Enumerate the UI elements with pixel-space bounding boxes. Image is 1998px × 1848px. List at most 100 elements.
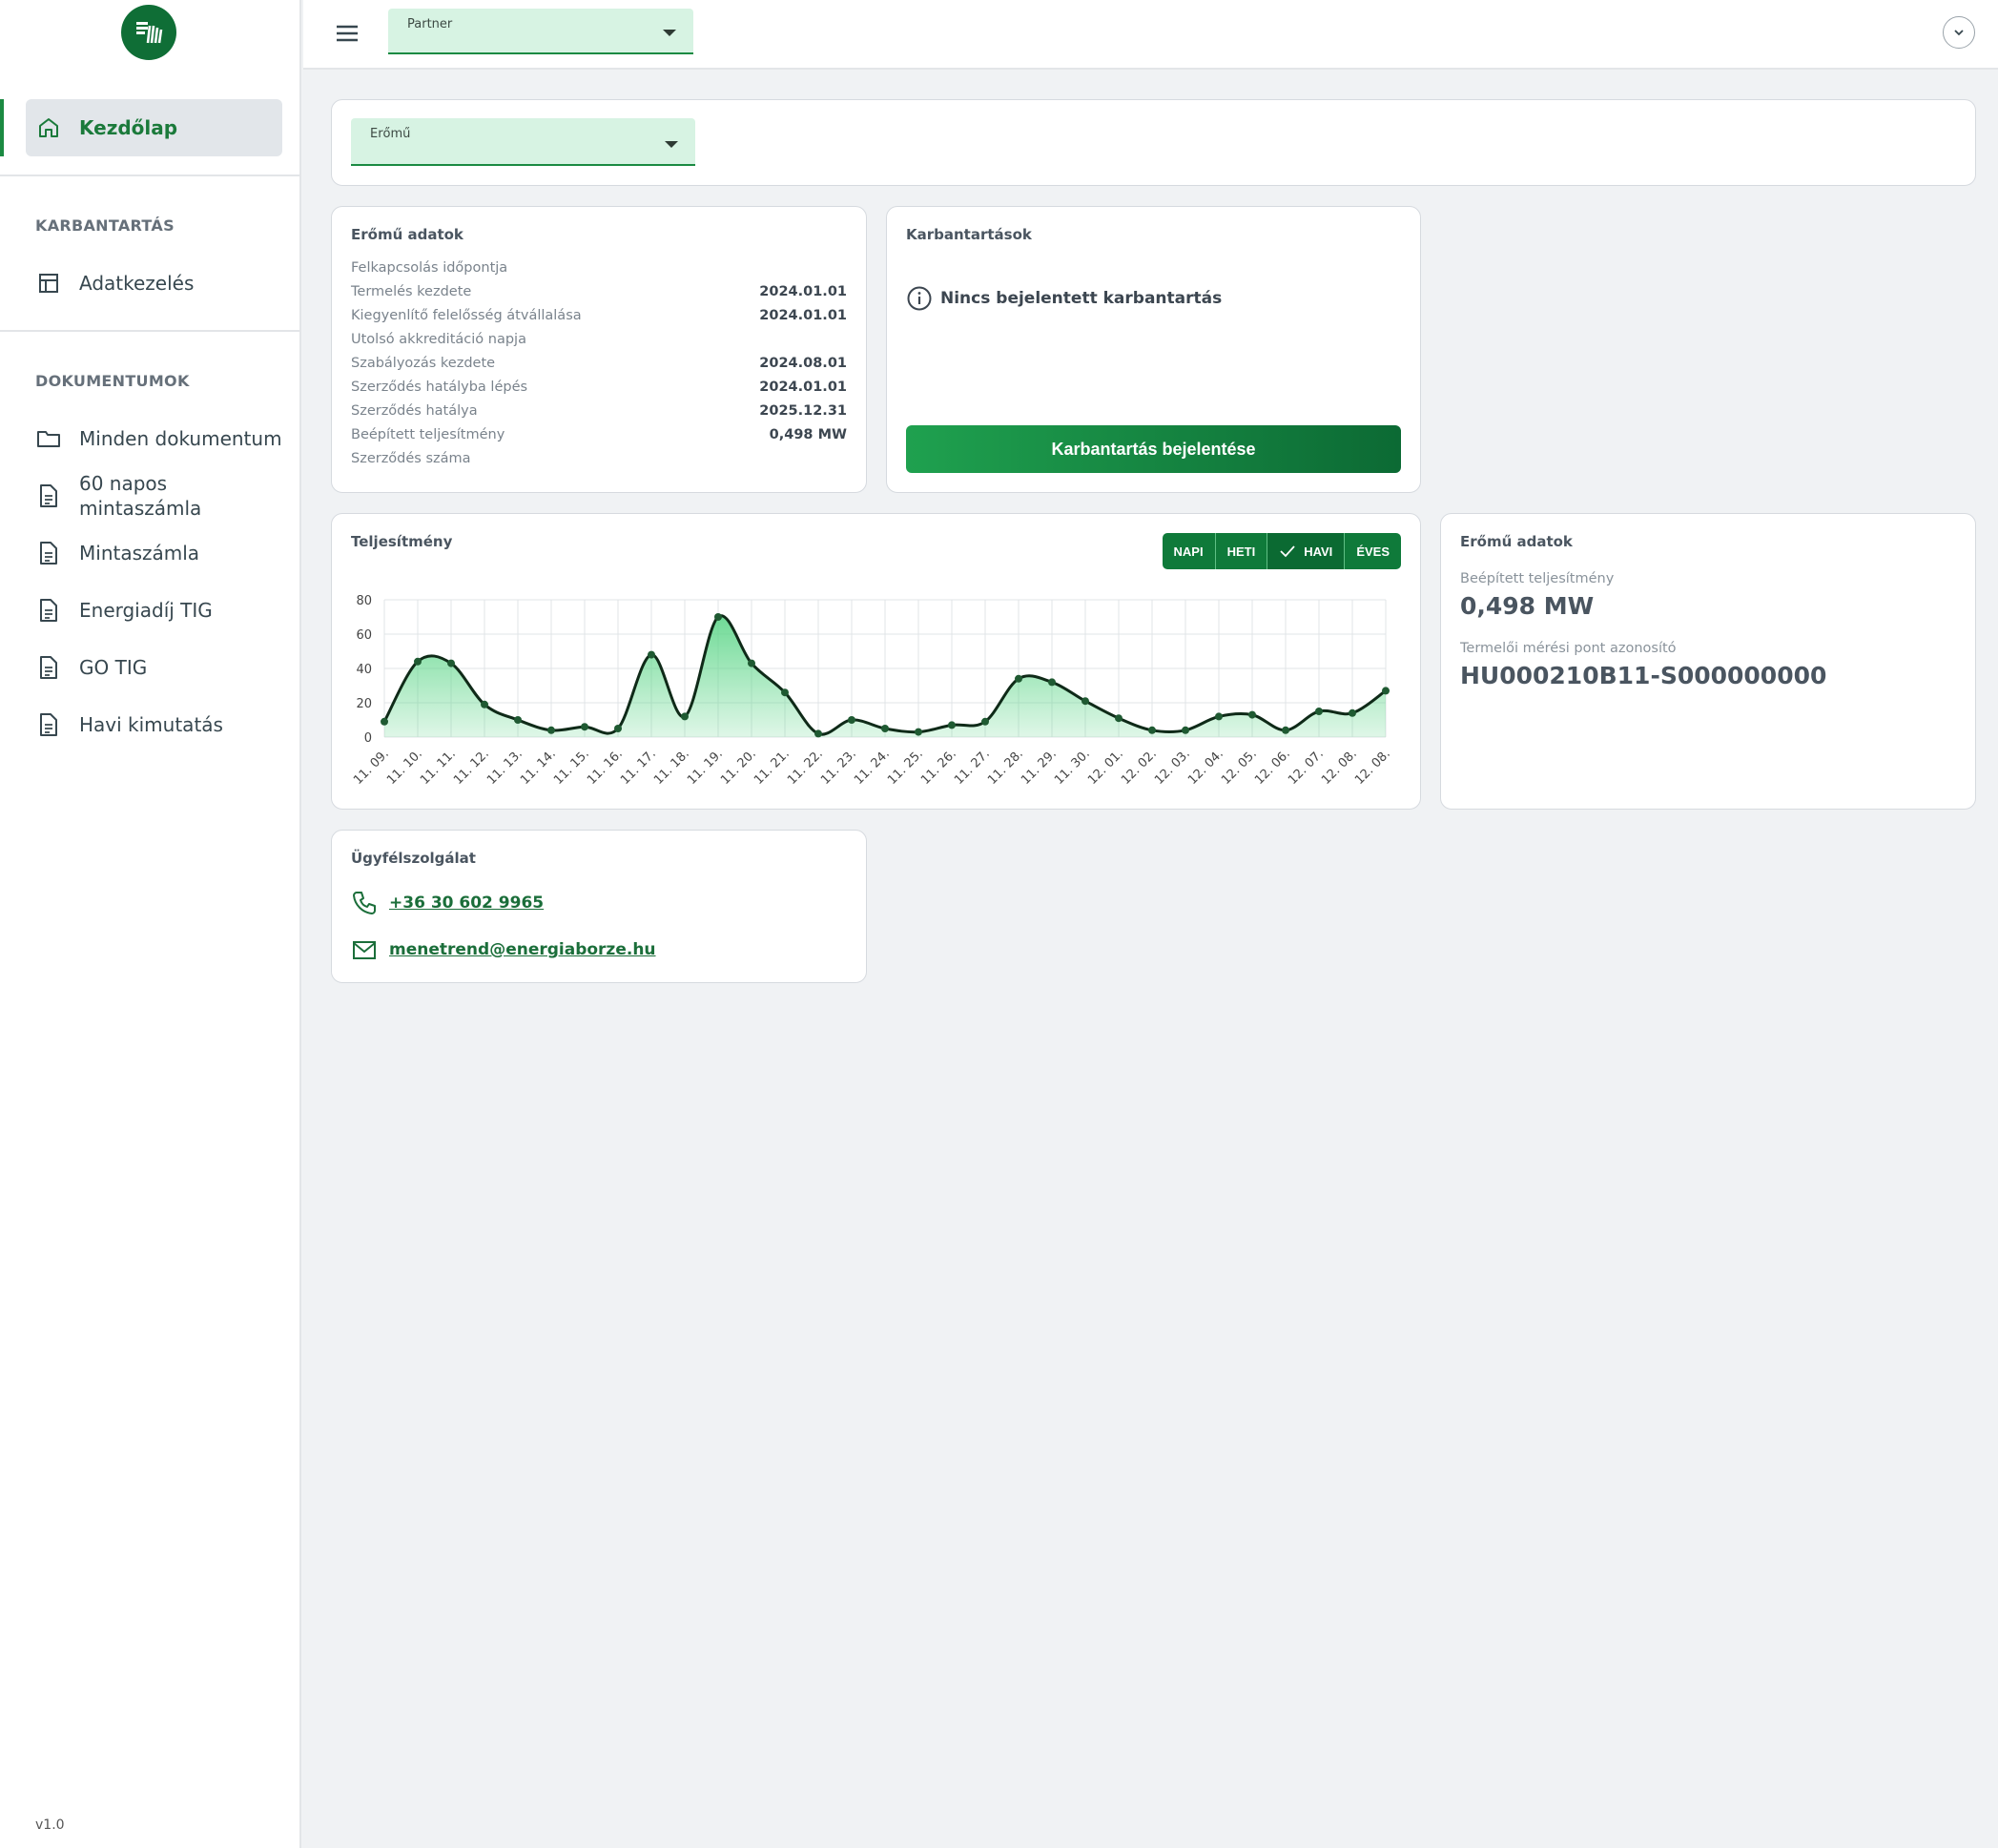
card-title: Teljesítmény — [351, 533, 453, 550]
document-icon — [35, 540, 62, 566]
app-logo[interactable] — [121, 5, 176, 60]
sidebar: Kezdőlap KARBANTARTÁS Adatkezelés DOKUME… — [0, 0, 301, 1848]
menu-icon[interactable] — [334, 21, 360, 46]
toggle-label: ÉVES — [1356, 544, 1390, 559]
section-title-karbantartas: KARBANTARTÁS — [35, 216, 175, 235]
data-point — [1349, 708, 1356, 717]
email-link[interactable]: menetrend@energiaborze.hu — [389, 940, 656, 959]
data-point — [714, 613, 722, 621]
period-toggle-group: NAPI HETI HAVI ÉVES — [1162, 533, 1401, 569]
data-point — [881, 725, 889, 732]
x-tick-label: 12. 08. — [1319, 747, 1360, 788]
data-point — [1081, 697, 1089, 706]
data-point — [1282, 726, 1289, 734]
x-tick-label: 11. 09. — [351, 747, 392, 788]
sidebar-item-label: GO TIG — [79, 656, 148, 679]
sidebar-item-label: Mintaszámla — [79, 542, 200, 565]
row-value: 2024.01.01 — [759, 308, 847, 323]
x-tick-label: 12. 07. — [1286, 747, 1327, 788]
eromu-select[interactable]: Erőmű — [351, 118, 695, 166]
meter-id-value: HU000210B11-S000000000 — [1460, 662, 1827, 689]
sidebar-item-home[interactable]: Kezdőlap — [26, 99, 282, 156]
y-tick-label: 60 — [356, 628, 372, 643]
folder-icon — [35, 425, 62, 452]
x-tick-label: 11. 10. — [384, 747, 425, 788]
support-card: Ügyfélszolgálat +36 30 602 9965 menetren… — [331, 830, 867, 983]
sidebar-divider — [0, 330, 301, 332]
active-indicator — [0, 99, 4, 156]
sidebar-item-mintaszamla[interactable]: Mintaszámla — [26, 524, 282, 582]
data-point — [781, 688, 789, 697]
toggle-havi[interactable]: HAVI — [1267, 533, 1346, 569]
row-key: Beépített teljesítmény — [351, 427, 505, 442]
phone-link[interactable]: +36 30 602 9965 — [389, 893, 544, 913]
sidebar-item-minden-dokumentum[interactable]: Minden dokumentum — [26, 410, 282, 467]
empty-maintenance-text: Nincs bejelentett karbantartás — [940, 289, 1223, 308]
info-icon — [906, 285, 933, 312]
row-key: Szerződés hatályba lépés — [351, 380, 528, 395]
data-point — [581, 723, 588, 731]
user-menu-button[interactable] — [1943, 16, 1975, 49]
section-title-dokumentumok: DOKUMENTUMOK — [35, 372, 190, 390]
filter-card: Erőmű — [331, 99, 1976, 186]
x-tick-label: 12. 04. — [1185, 747, 1226, 788]
data-point — [848, 716, 855, 724]
sidebar-item-go-tig[interactable]: GO TIG — [26, 639, 282, 696]
sidebar-item-havi-kimutatas[interactable]: Havi kimutatás — [26, 696, 282, 753]
card-title: Erőmű adatok — [351, 226, 463, 243]
app-version: v1.0 — [35, 1817, 65, 1833]
data-point — [1148, 726, 1156, 734]
x-tick-label: 11. 25. — [885, 747, 926, 788]
x-tick-label: 12. 03. — [1152, 747, 1193, 788]
sidebar-item-label: Havi kimutatás — [79, 713, 223, 736]
data-point — [648, 650, 655, 659]
chevron-down-icon — [1954, 30, 1964, 36]
data-point — [748, 659, 755, 667]
empty-maintenance-message: Nincs bejelentett karbantartás — [906, 285, 1222, 312]
toggle-napi[interactable]: NAPI — [1162, 533, 1216, 569]
row-key: Termelés kezdete — [351, 284, 472, 299]
data-point — [481, 700, 488, 708]
x-tick-label: 11. 30. — [1052, 747, 1093, 788]
report-maintenance-button[interactable]: Karbantartás bejelentése — [906, 425, 1401, 473]
document-icon — [35, 597, 62, 624]
row-key: Szerződés száma — [351, 451, 471, 466]
x-tick-label: 11. 21. — [752, 747, 793, 788]
sidebar-item-label: Minden dokumentum — [79, 427, 282, 450]
performance-chart: 02040608011. 09.11. 10.11. 11.11. 12.11.… — [351, 594, 1393, 788]
sidebar-item-energiadij-tig[interactable]: Energiadíj TIG — [26, 582, 282, 639]
x-tick-label: 11. 20. — [718, 747, 759, 788]
toggle-label: HETI — [1226, 544, 1256, 559]
data-point — [1315, 708, 1323, 715]
card-title: Ügyfélszolgálat — [351, 850, 476, 867]
toggle-label: HAVI — [1304, 544, 1333, 559]
data-point — [1248, 710, 1256, 719]
y-tick-label: 0 — [364, 731, 372, 746]
sidebar-item-adatkezeles[interactable]: Adatkezelés — [26, 255, 282, 312]
toggle-heti[interactable]: HETI — [1215, 533, 1268, 569]
chevron-down-icon — [663, 30, 676, 36]
phone-contact: +36 30 602 9965 — [351, 890, 544, 916]
plant-data-row: Szabályozás kezdete 2024.08.01 — [351, 356, 847, 377]
toggle-eves[interactable]: ÉVES — [1345, 533, 1401, 569]
row-key: Szabályozás kezdete — [351, 356, 496, 371]
x-tick-label: 12. 08. — [1352, 747, 1393, 788]
plant-summary-card: Erőmű adatok Beépített teljesítmény 0,49… — [1440, 513, 1976, 810]
row-value: 2024.01.01 — [759, 284, 847, 299]
data-point — [1382, 687, 1390, 695]
meter-id-label: Termelői mérési pont azonosító — [1460, 641, 1677, 656]
table-icon — [35, 270, 62, 297]
capacity-value: 0,498 MW — [1460, 592, 1595, 620]
partner-select[interactable]: Partner — [388, 9, 693, 54]
x-tick-label: 11. 24. — [852, 747, 893, 788]
sidebar-item-label: Energiadíj TIG — [79, 599, 213, 622]
data-point — [1115, 714, 1123, 723]
row-key: Felkapcsolás időpontja — [351, 260, 508, 276]
x-tick-label: 11. 26. — [918, 747, 959, 788]
plant-data-row: Beépített teljesítmény 0,498 MW — [351, 427, 847, 448]
sidebar-item-60-napos-mintaszamla[interactable]: 60 napos mintaszámla — [26, 467, 282, 524]
sidebar-item-label: 60 napos mintaszámla — [79, 472, 202, 520]
mail-icon — [351, 936, 378, 963]
row-value: 2024.01.01 — [759, 380, 847, 395]
toggle-label: NAPI — [1173, 544, 1204, 559]
